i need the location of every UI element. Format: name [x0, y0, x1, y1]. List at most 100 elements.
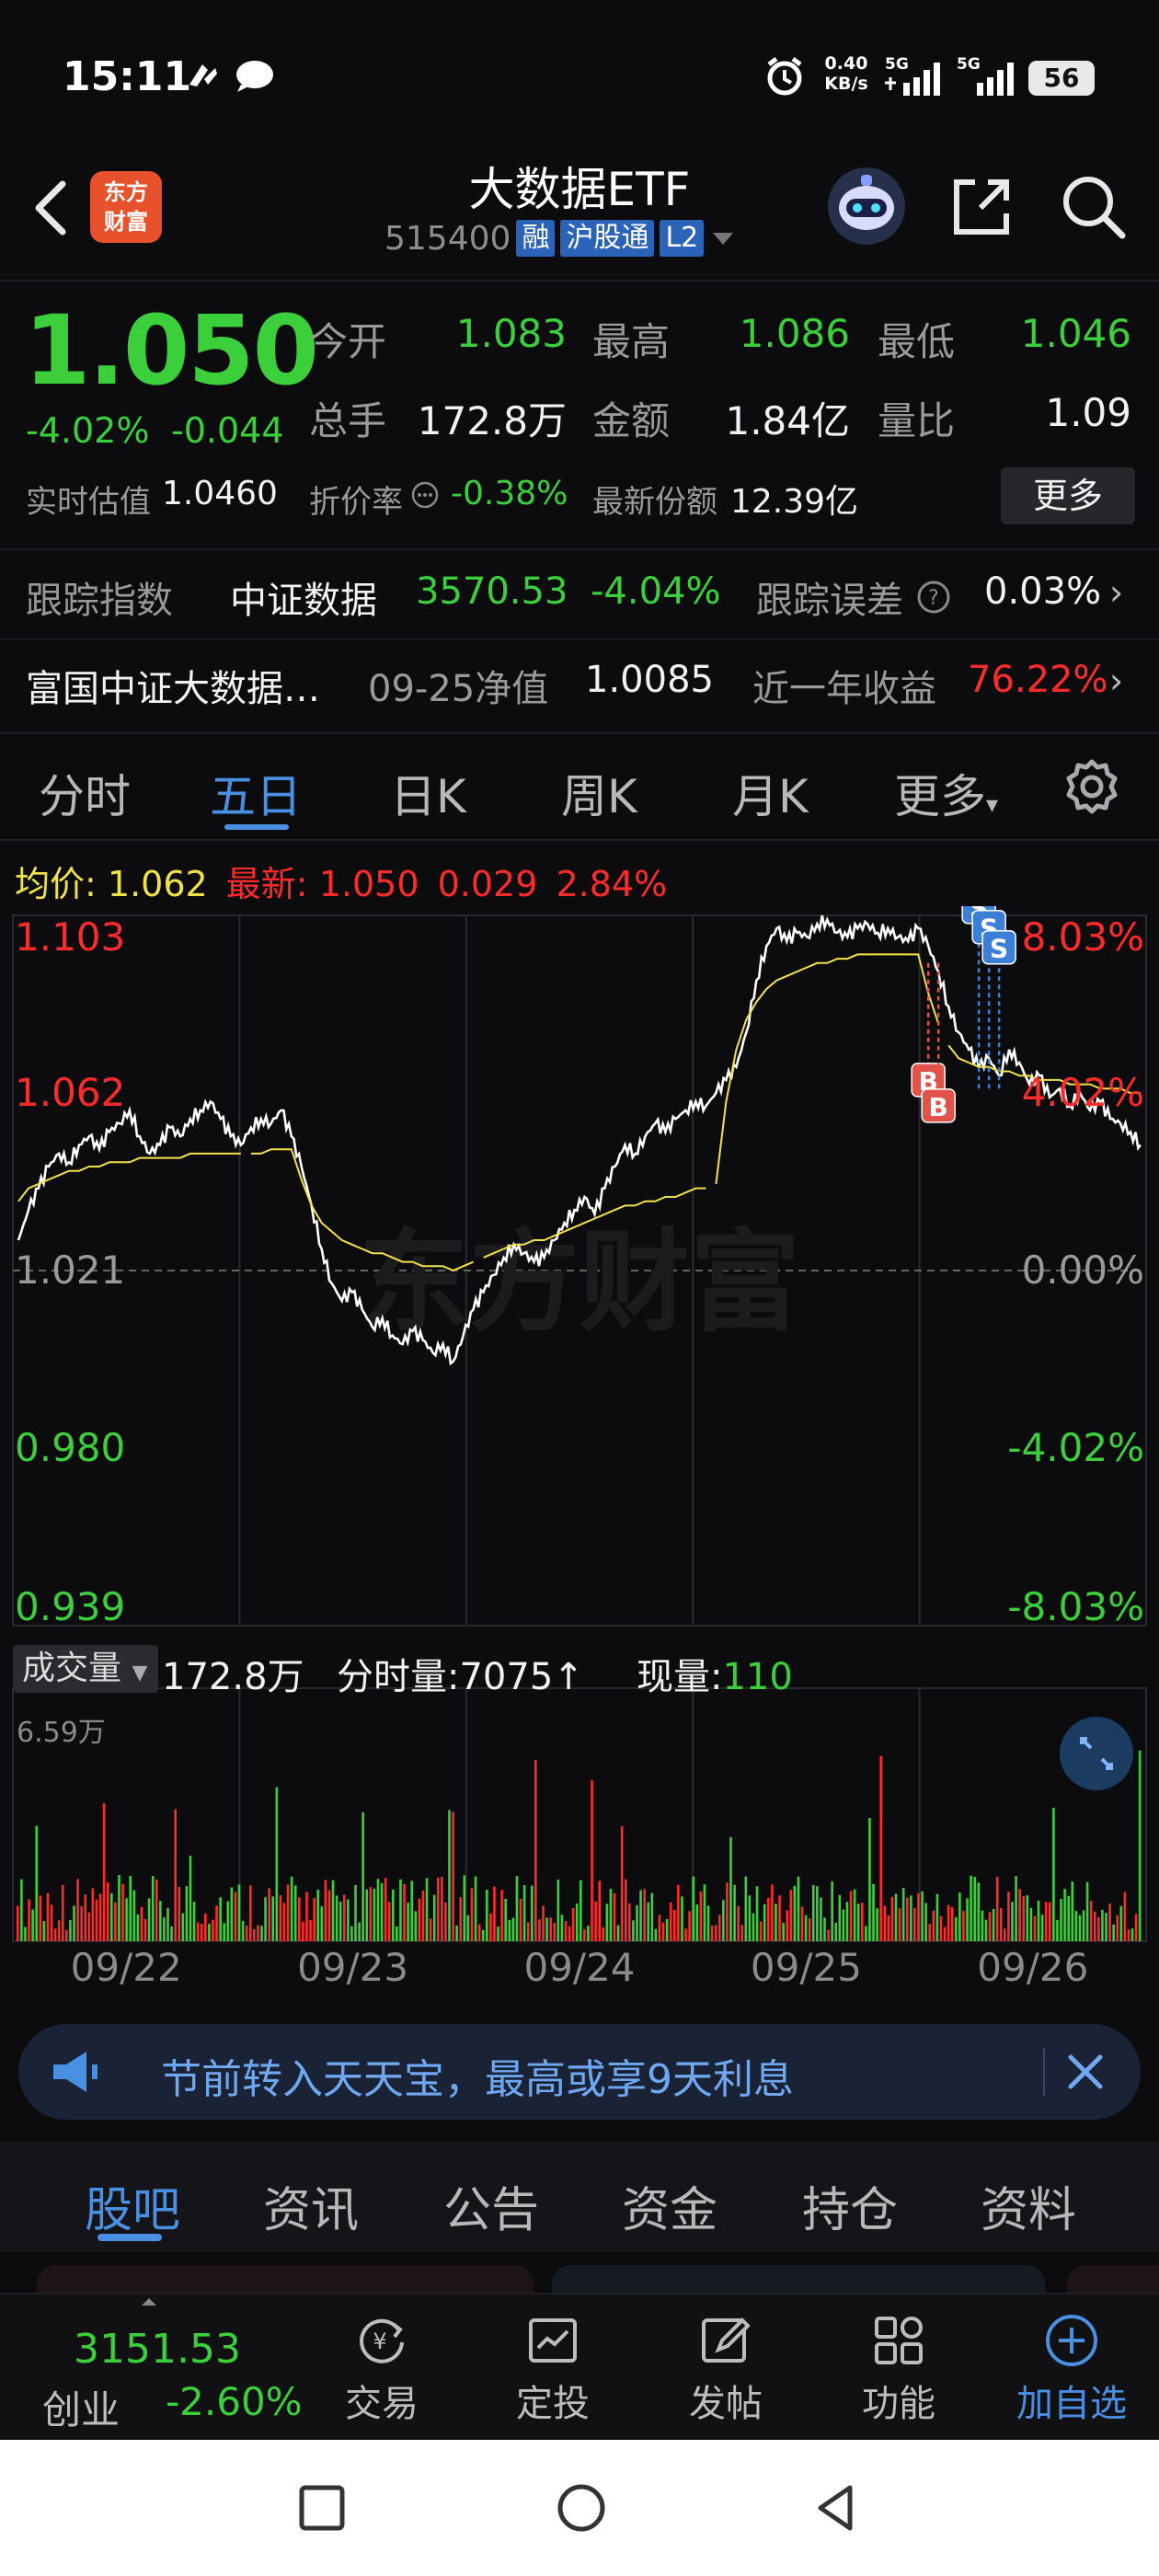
tab-funds-flow[interactable]: 资金	[622, 2171, 717, 2240]
expand-icon[interactable]	[1060, 1717, 1133, 1790]
volume-total: 172.8万	[162, 1656, 304, 1698]
status-time: 15:11	[63, 53, 192, 100]
volume-bar	[710, 1926, 714, 1941]
home-circle-icon[interactable]	[554, 2480, 609, 2536]
info-dots-icon[interactable]	[410, 480, 440, 510]
tab-monthly-k[interactable]: 月K	[732, 760, 809, 826]
tab-profile[interactable]: 资料	[981, 2171, 1076, 2240]
dropdown-caret-icon: ▼	[132, 1662, 148, 1685]
axis-labels: 1.103 8.03% 1.062 4.02% 1.021 0.00% 0.980 -4.02…	[15, 914, 1144, 1990]
index-ticker-pct[interactable]: -2.60%	[166, 2379, 303, 2424]
volume-bar	[868, 1818, 871, 1941]
volume-bar	[132, 1890, 136, 1941]
five-day-chart[interactable]: 东方财富 BBSSS 1.1038.03%1.0624.02%1.0210.00…	[0, 906, 1159, 2010]
ai-assistant-icon[interactable]	[826, 166, 907, 247]
volume-bar	[526, 1922, 530, 1941]
notification-app-icon	[189, 64, 217, 86]
close-icon[interactable]	[1058, 2044, 1113, 2099]
volume-bar	[650, 1892, 654, 1941]
volume-bar	[1029, 1907, 1033, 1941]
index-ticker-name[interactable]: 创业	[42, 2379, 120, 2435]
volume-bar	[1085, 1881, 1089, 1941]
volume-bar	[140, 1906, 143, 1941]
volume-bar	[665, 1919, 669, 1941]
recents-square-icon[interactable]	[296, 2482, 348, 2534]
volume-bar	[253, 1928, 256, 1941]
volume-bar	[241, 1920, 245, 1941]
tab-forum[interactable]: 股吧	[85, 2171, 180, 2240]
volume-bar	[613, 1892, 616, 1941]
volume-bar	[800, 1906, 804, 1941]
volume-bar	[174, 1809, 177, 1941]
toolbar-post[interactable]: 发帖	[648, 2311, 804, 2427]
tab-announcements[interactable]: 公告	[443, 2171, 539, 2240]
volume-bar	[620, 1826, 624, 1941]
svg-text:?: ?	[928, 587, 939, 610]
tracking-row[interactable]: 跟踪指数 中证数据 3570.53 -4.04% 跟踪误差 ? 0.03% ›	[0, 552, 1159, 637]
system-nav-bar	[0, 2440, 1159, 2576]
volume-bar	[748, 1895, 752, 1941]
tab-daily-k[interactable]: 日K	[390, 760, 466, 826]
back-arrow-icon[interactable]	[24, 175, 79, 241]
dropdown-triangle-icon[interactable]	[709, 224, 737, 252]
volume-bar	[69, 1919, 72, 1941]
volume-bar	[1052, 1807, 1055, 1941]
latest-pct: 2.84%	[556, 864, 668, 904]
volume-bar	[575, 1903, 579, 1941]
volume-bar	[661, 1922, 665, 1941]
tab-more[interactable]: 更多▾	[894, 760, 998, 826]
volume-bar	[24, 1926, 27, 1941]
chart-legend: 均价: 1.062 最新: 1.050 0.029 2.84%	[15, 856, 667, 906]
volume-bar	[39, 1895, 42, 1941]
banner-divider	[1043, 2048, 1045, 2096]
volume-bar	[580, 1880, 582, 1941]
volume-bar	[298, 1897, 301, 1941]
tab-weekly-k[interactable]: 周K	[561, 760, 637, 826]
gear-icon[interactable]	[1061, 756, 1122, 817]
volume-bar	[155, 1879, 158, 1941]
divider	[0, 839, 1159, 841]
volume-bar	[703, 1884, 706, 1941]
iopv-label: 实时估值	[26, 484, 151, 521]
tab-five-day[interactable]: 五日	[210, 760, 302, 826]
volume-bar	[1037, 1900, 1040, 1941]
toolbar-auto-invest[interactable]: 定投	[475, 2311, 631, 2427]
volume-bar	[1022, 1895, 1026, 1941]
volume-bar	[414, 1911, 418, 1941]
volume-bar	[192, 1902, 196, 1941]
volume-bar	[943, 1926, 947, 1941]
volume-bar	[305, 1892, 308, 1941]
header-divider	[0, 280, 1159, 282]
share-icon[interactable]	[947, 171, 1017, 241]
volume-indicator-select[interactable]: 成交量 ▼	[13, 1645, 158, 1693]
chart-plan-icon	[529, 2318, 577, 2363]
volume-bar	[737, 1905, 740, 1941]
back-triangle-icon[interactable]	[809, 2480, 861, 2536]
volume-bar	[673, 1910, 676, 1941]
grid-apps-icon	[875, 2317, 923, 2364]
toolbar-trade[interactable]: ¥ 交易	[304, 2311, 460, 2427]
tab-intraday[interactable]: 分时	[39, 760, 131, 826]
toolbar-add-watchlist[interactable]: 加自选	[993, 2311, 1150, 2427]
search-icon[interactable]	[1056, 169, 1130, 243]
stat-value-low: 1.046	[1020, 311, 1131, 356]
volume-bar	[797, 1876, 800, 1941]
fund-row[interactable]: 富国中证大数据… 09-25净值 1.0085 近一年收益 76.22% ›	[0, 642, 1159, 727]
megaphone-icon	[53, 2052, 98, 2092]
nav-label: 09-25净值	[368, 668, 549, 710]
network-speed: 0.40 KB/s	[817, 53, 876, 94]
volume-bar	[804, 1915, 808, 1941]
volume-bar	[564, 1921, 568, 1941]
app-logo[interactable]: 东方财富	[90, 171, 162, 243]
volume-bar	[939, 1915, 943, 1941]
dropdown-caret-icon: ▾	[986, 791, 999, 819]
volume-bar	[816, 1886, 819, 1941]
tab-news[interactable]: 资讯	[263, 2171, 359, 2240]
volume-bar	[1123, 1892, 1127, 1941]
more-button[interactable]: 更多	[1001, 467, 1135, 524]
toolbar-functions[interactable]: 功能	[820, 2311, 977, 2427]
index-ticker-value[interactable]: 3151.53	[74, 2326, 241, 2373]
help-icon[interactable]: ?	[916, 580, 951, 615]
volume-bar	[842, 1909, 845, 1941]
tab-holdings[interactable]: 持仓	[802, 2171, 898, 2240]
